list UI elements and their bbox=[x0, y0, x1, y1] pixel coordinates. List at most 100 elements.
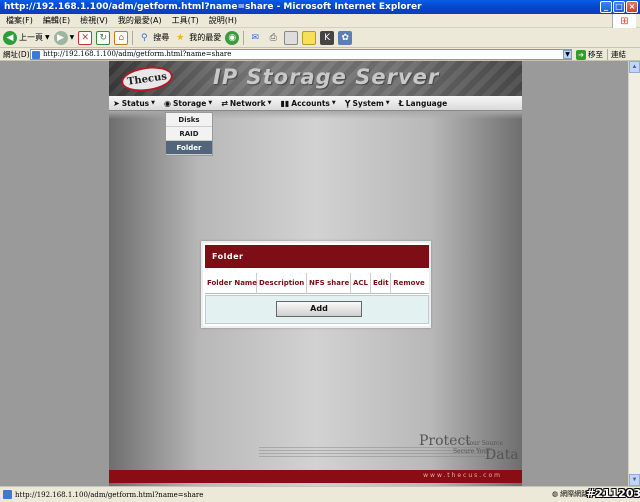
browser-viewport: Thecus IP Storage Server ➤ Status ▼ ◉ St… bbox=[0, 61, 628, 486]
search-label: 搜尋 bbox=[153, 33, 170, 42]
language-icon: Ł bbox=[398, 98, 404, 108]
close-button[interactable]: × bbox=[626, 1, 638, 13]
page-icon bbox=[32, 51, 40, 59]
slogan-protect: Protect bbox=[419, 433, 471, 449]
dropdown-item-folder[interactable]: Folder bbox=[166, 141, 212, 155]
nav-language[interactable]: Ł Language bbox=[399, 99, 448, 108]
messenger-icon[interactable]: K bbox=[320, 30, 335, 45]
discuss-icon[interactable] bbox=[302, 30, 317, 45]
chevron-down-icon: ▼ bbox=[385, 100, 390, 106]
add-folder-button[interactable]: Add bbox=[276, 301, 362, 317]
security-zone: ◍ 網際網路 bbox=[552, 489, 588, 499]
links-button[interactable]: 連結 bbox=[607, 49, 626, 60]
vertical-scrollbar[interactable]: ▲ ▼ bbox=[628, 61, 640, 486]
menu-file[interactable]: 檔案(F) bbox=[6, 15, 33, 26]
forward-dropdown-icon: ▼ bbox=[69, 34, 75, 41]
menu-view[interactable]: 檢視(V) bbox=[80, 15, 108, 26]
back-button[interactable]: ◀ 上一頁 ▼ bbox=[3, 30, 50, 45]
nav-system-label: System bbox=[352, 98, 384, 108]
edit-icon[interactable] bbox=[284, 30, 299, 45]
menu-tools[interactable]: 工具(T) bbox=[172, 15, 199, 26]
windows-logo-icon: ⊞ bbox=[612, 14, 636, 28]
site-header: Thecus IP Storage Server bbox=[109, 61, 522, 96]
favorites-button[interactable]: ★ 我的最愛 bbox=[173, 31, 221, 45]
search-icon: ⚲ bbox=[140, 32, 148, 43]
go-label: 移至 bbox=[588, 50, 603, 59]
stop-icon[interactable]: ✕ bbox=[78, 30, 93, 45]
column-nfs-share: NFS share bbox=[307, 272, 351, 294]
maximize-button[interactable]: □ bbox=[613, 1, 625, 13]
nav-status-label: Status bbox=[121, 98, 150, 108]
menu-favorites[interactable]: 我的最愛(A) bbox=[118, 15, 162, 26]
scroll-up-icon[interactable]: ▲ bbox=[629, 61, 640, 73]
toolbar-separator bbox=[243, 30, 245, 45]
back-label: 上一頁 bbox=[19, 33, 43, 42]
nav-accounts-label: Accounts bbox=[291, 98, 330, 108]
menu-edit[interactable]: 編輯(E) bbox=[43, 15, 70, 26]
media-icon[interactable]: ◉ bbox=[225, 30, 240, 45]
chevron-down-icon: ▼ bbox=[331, 100, 336, 106]
nav-storage[interactable]: ◉ Storage ▼ bbox=[164, 99, 212, 108]
nav-network[interactable]: ⇄ Network ▼ bbox=[221, 99, 271, 108]
network-icon: ⇄ bbox=[221, 98, 228, 108]
back-arrow-icon: ◀ bbox=[3, 30, 17, 45]
site-footer: www.thecus.com bbox=[109, 470, 522, 483]
window-title: http://192.168.1.100/adm/getform.html?na… bbox=[4, 2, 422, 12]
column-edit: Edit bbox=[371, 272, 391, 294]
slogan: Protect Your Source Secure Your Data bbox=[419, 433, 519, 469]
nav-system[interactable]: Ỵ System ▼ bbox=[345, 99, 390, 108]
menu-help[interactable]: 說明(H) bbox=[209, 15, 237, 26]
watermark-text: #211203 bbox=[586, 487, 640, 500]
research-icon[interactable]: ✿ bbox=[338, 30, 353, 45]
toolbar-separator bbox=[132, 30, 134, 45]
chevron-down-icon: ▼ bbox=[151, 100, 155, 106]
page-icon bbox=[3, 490, 12, 499]
folder-panel: Folder Folder Name Description NFS share… bbox=[201, 241, 431, 328]
folder-panel-title: Folder bbox=[205, 245, 429, 268]
disk-icon: ◉ bbox=[164, 98, 171, 108]
menu-bar: 檔案(F) 編輯(E) 檢視(V) 我的最愛(A) 工具(T) 說明(H) ⊞ bbox=[0, 14, 640, 28]
column-remove: Remove bbox=[393, 278, 425, 287]
footer-url[interactable]: www.thecus.com bbox=[423, 472, 502, 479]
wrench-icon: Ỵ bbox=[344, 98, 351, 108]
address-bar: 網址(D) http://192.168.1.100/adm/getform.h… bbox=[0, 48, 640, 61]
slogan-data: Data bbox=[485, 447, 519, 463]
toolbar: ◀ 上一頁 ▼ ▶ ▼ ✕ ↻ ⌂ ⚲ 搜尋 ★ 我的最愛 ◉ ✉ ⎙ K ✿ bbox=[0, 28, 640, 48]
status-text: http://192.168.1.100/adm/getform.html?na… bbox=[15, 490, 204, 499]
folder-table-body: Add bbox=[205, 295, 429, 324]
print-icon[interactable]: ⎙ bbox=[266, 31, 280, 45]
column-description: Description bbox=[257, 272, 307, 294]
address-url: http://192.168.1.100/adm/getform.html?na… bbox=[43, 50, 232, 58]
zone-label: 網際網路 bbox=[560, 490, 589, 498]
nav-status[interactable]: ➤ Status ▼ bbox=[113, 99, 155, 108]
search-button[interactable]: ⚲ 搜尋 bbox=[137, 31, 169, 45]
nav-storage-label: Storage bbox=[172, 98, 207, 108]
dropdown-item-disks[interactable]: Disks bbox=[166, 113, 212, 127]
scroll-down-icon[interactable]: ▼ bbox=[629, 474, 640, 486]
web-page: Thecus IP Storage Server ➤ Status ▼ ◉ St… bbox=[109, 61, 522, 486]
header-title: IP Storage Server bbox=[213, 65, 440, 89]
storage-dropdown-menu: Disks RAID Folder bbox=[165, 112, 213, 156]
refresh-icon[interactable]: ↻ bbox=[96, 30, 111, 45]
address-label: 網址(D) bbox=[3, 49, 30, 59]
nav-network-label: Network bbox=[229, 98, 266, 108]
address-dropdown-icon[interactable]: ▼ bbox=[563, 50, 572, 59]
home-icon[interactable]: ⌂ bbox=[114, 30, 129, 45]
go-arrow-icon: ➜ bbox=[576, 49, 586, 60]
go-button[interactable]: ➜ 移至 bbox=[576, 49, 603, 60]
forward-arrow-icon: ▶ bbox=[53, 30, 68, 45]
dropdown-item-raid[interactable]: RAID bbox=[166, 127, 212, 141]
column-acl: ACL bbox=[351, 272, 371, 294]
minimize-button[interactable]: _ bbox=[600, 1, 612, 13]
forward-button[interactable]: ▶ ▼ bbox=[53, 30, 75, 45]
chevron-down-icon: ▼ bbox=[208, 100, 213, 106]
nav-language-label: Language bbox=[405, 98, 448, 108]
globe-icon: ◍ bbox=[552, 490, 559, 498]
nav-accounts[interactable]: ▮▮ Accounts ▼ bbox=[280, 99, 335, 108]
back-dropdown-icon: ▼ bbox=[45, 34, 50, 41]
users-icon: ▮▮ bbox=[280, 98, 290, 108]
window-title-bar: http://192.168.1.100/adm/getform.html?na… bbox=[0, 0, 640, 14]
mail-icon[interactable]: ✉ bbox=[248, 31, 262, 45]
favorites-star-icon: ★ bbox=[176, 32, 185, 43]
address-input[interactable]: http://192.168.1.100/adm/getform.html?na… bbox=[30, 49, 572, 60]
